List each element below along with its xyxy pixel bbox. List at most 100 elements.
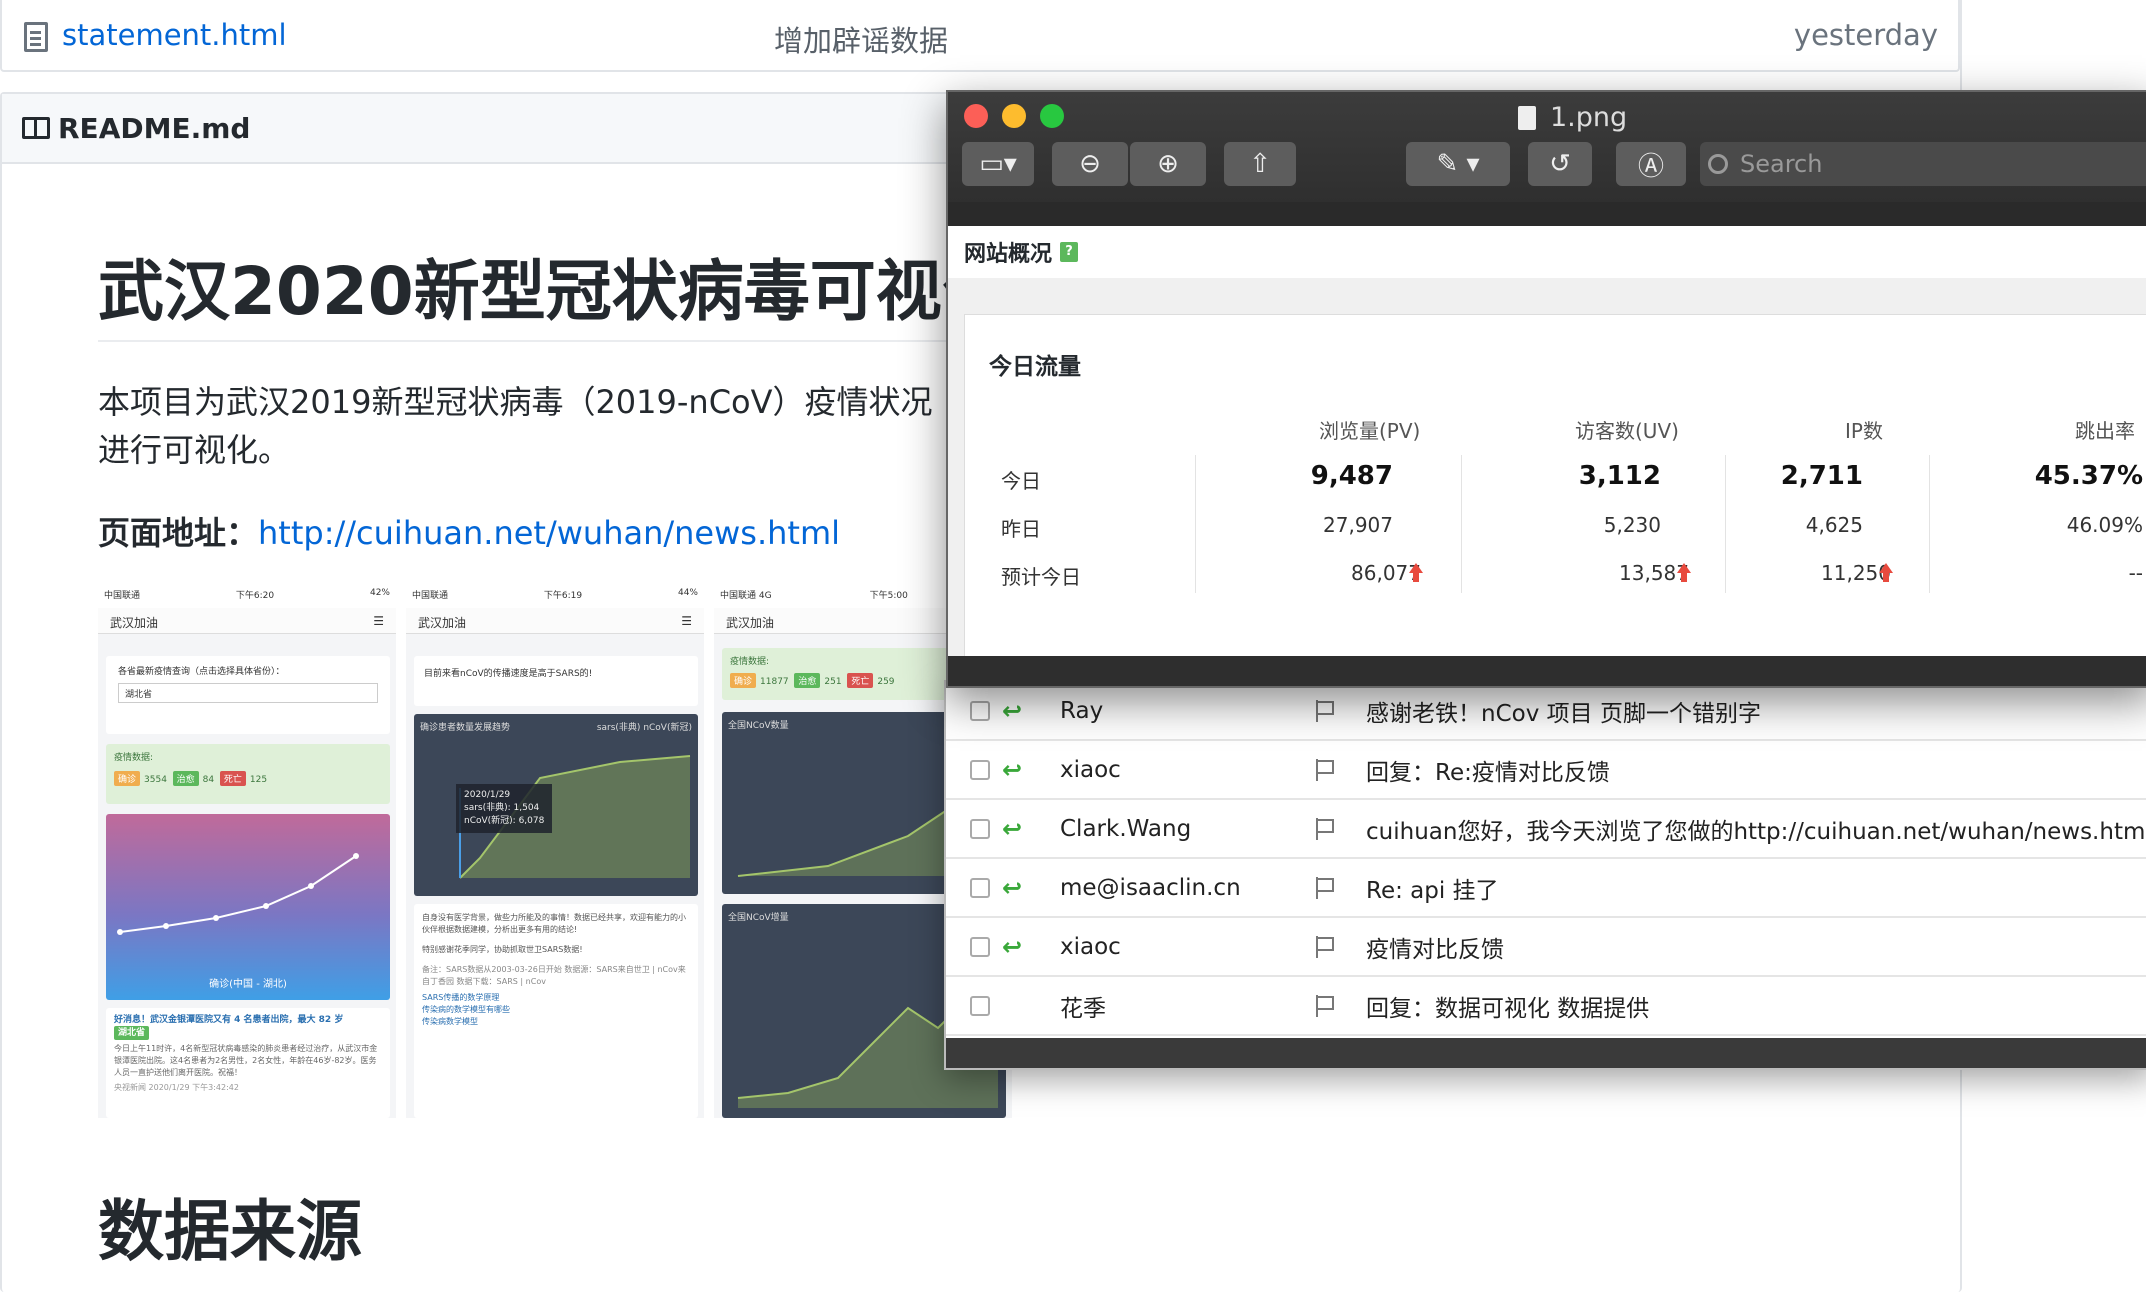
zoom-out-button[interactable]: ⊖: [1052, 142, 1128, 186]
today-uv: 3,112: [1578, 461, 1661, 491]
col-divider: [1461, 455, 1462, 593]
sidebar-toggle-button[interactable]: ▭▾: [962, 142, 1034, 186]
stat-value: 125: [249, 775, 268, 785]
share-icon: ⇧: [1249, 149, 1271, 179]
rotate-button[interactable]: ↺: [1528, 142, 1592, 186]
replied-icon: ↩: [1002, 814, 1023, 843]
mail-checkbox[interactable]: [970, 936, 990, 957]
minimize-button[interactable]: [1002, 104, 1026, 128]
commit-age: yesterday: [1793, 18, 1938, 52]
legend-sars: sars(非典): [596, 723, 641, 733]
zoom-button[interactable]: [1040, 104, 1064, 128]
mail-window-footer: [946, 1038, 2146, 1068]
col-uv: 访客数(UV): [1575, 419, 1679, 443]
zoom-out-icon: ⊖: [1079, 149, 1101, 179]
mail-checkbox[interactable]: [970, 759, 990, 780]
mail-checkbox[interactable]: [970, 818, 990, 839]
replied-icon: ↩: [1002, 755, 1023, 784]
window-title-text: 1.png: [1550, 102, 1628, 133]
news-badge: 湖北省: [114, 1026, 150, 1040]
stat-value: 251: [824, 677, 842, 687]
row-label-forecast: 预计今日: [1001, 565, 1081, 589]
stat-label: 确诊: [114, 771, 141, 786]
close-button[interactable]: [964, 104, 988, 128]
mail-subject: 回复：Re:疫情对比反馈: [1366, 759, 1610, 786]
preview-footer: [948, 656, 2146, 686]
mail-sender: 花季: [1060, 995, 1106, 1022]
yesterday-pv: 27,907: [1323, 513, 1393, 537]
stat-label: 治愈: [172, 771, 199, 786]
province-select[interactable]: 湖北省: [118, 683, 378, 703]
zoom-in-icon: ⊕: [1157, 149, 1179, 179]
link-item[interactable]: 传染病的数学模型有哪些: [422, 1004, 690, 1016]
link-item[interactable]: 传染病数学模型: [422, 1016, 690, 1028]
help-icon: ?: [1060, 242, 1079, 262]
flag-icon[interactable]: [1316, 758, 1334, 781]
news-body: 今日上午11时许，4名新型冠状病毒感染的肺炎患者经过治疗，从武汉市金银潭医院出院…: [114, 1044, 378, 1077]
note-text: 自身没有医学背景，做些力所能及的事情！数据已经共享，欢迎有能力的小伙伴根据数据建…: [422, 913, 686, 934]
mail-sender: me@isaaclin.cn: [1060, 874, 1241, 901]
col-bounce: 跳出率: [2075, 419, 2135, 443]
readme-intro: 本项目为武汉2019新型冠状病毒（2019-nCoV）疫情状况进行可视化。: [98, 383, 933, 469]
mail-row[interactable]: 花季 回复：数据可视化 数据提供: [946, 977, 2146, 1036]
file-link[interactable]: statement.html: [62, 18, 287, 52]
mail-list-window: ↩ Ray 感谢老铁！nCov 项目 页脚一个错别字 ↩ xiaoc 回复：Re:疫情对…: [944, 680, 2146, 1070]
page-address: 页面地址：http://cuihuan.net/wuhan/news.html: [98, 508, 840, 554]
flag-icon[interactable]: [1316, 935, 1334, 958]
mail-sender: xiaoc: [1060, 933, 1121, 960]
news-title[interactable]: 好消息！武汉金银潭医院又有 4 名患者出院，最大 82 岁 湖北省: [114, 1014, 382, 1040]
search-icon: [1708, 154, 1728, 174]
page-address-link[interactable]: http://cuihuan.net/wuhan/news.html: [258, 514, 840, 552]
mail-row[interactable]: ↩ xiaoc 回复：Re:疫情对比反馈: [946, 741, 2146, 800]
today-ip: 2,711: [1780, 461, 1863, 491]
mail-subject: Re: api 挂了: [1366, 877, 1499, 904]
commit-message[interactable]: 增加辟谣数据: [774, 18, 948, 60]
col-divider: [1725, 455, 1726, 593]
phone-nav: 武汉加油 ☰: [406, 608, 704, 634]
yesterday-uv: 5,230: [1603, 513, 1661, 537]
up-arrow-icon: [1677, 563, 1691, 583]
yesterday-ip: 4,625: [1805, 513, 1863, 537]
notes-card: 自身没有医学背景，做些力所能及的事情！数据已经共享，欢迎有能力的小伙伴根据数据建…: [414, 904, 698, 1118]
flag-icon[interactable]: [1316, 817, 1334, 840]
trend-line: [117, 853, 359, 935]
markup-pen-button[interactable]: ✎ ▾: [1406, 142, 1510, 186]
mail-row[interactable]: ↩ Ray 感谢老铁！nCov 项目 页脚一个错别字: [946, 682, 2146, 741]
mail-checkbox[interactable]: [970, 877, 990, 898]
mail-sender: Ray: [1060, 697, 1104, 724]
chart-caption: 确诊(中国 - 湖北): [209, 979, 287, 990]
row-label-today: 今日: [1001, 469, 1041, 493]
panel-title: 今日流量: [989, 354, 1081, 380]
site-overview-title: 网站概况: [964, 242, 1053, 267]
flag-icon[interactable]: [1316, 699, 1334, 722]
sidebar-icon: ▭▾: [979, 149, 1017, 179]
share-button[interactable]: ⇧: [1224, 142, 1296, 186]
zoom-in-button[interactable]: ⊕: [1130, 142, 1206, 186]
mail-row[interactable]: ↩ xiaoc 疫情对比反馈: [946, 918, 2146, 977]
flag-icon[interactable]: [1316, 994, 1334, 1017]
tooltip-date: 2020/1/29: [464, 790, 511, 800]
flag-icon[interactable]: [1316, 876, 1334, 899]
mail-checkbox[interactable]: [970, 995, 990, 1016]
legend-ncov: nCoV(新冠): [643, 723, 692, 733]
replied-icon: ↩: [1002, 873, 1023, 902]
chart-tooltip: 2020/1/29 sars(非典): 1,504 nCoV(新冠): 6,07…: [456, 784, 553, 833]
stat-value: 11877: [760, 677, 789, 687]
link-item[interactable]: SARS传播的数学原理: [422, 992, 690, 1004]
mail-row[interactable]: ↩ Clark.Wang cuihuan您好，我今天浏览了您做的http://cui…: [946, 800, 2146, 859]
trend-chart: 确诊(中国 - 湖北): [106, 814, 390, 1000]
mail-subject: 回复：数据可视化 数据提供: [1366, 995, 1650, 1022]
markup-toolbar-button[interactable]: Ⓐ: [1616, 142, 1686, 186]
mail-sender: xiaoc: [1060, 756, 1121, 783]
search-placeholder: Search: [1740, 150, 1823, 178]
carrier: 中国联通 4G: [720, 591, 772, 601]
search-field[interactable]: Search: [1700, 142, 2146, 186]
nav-title: 武汉加油: [110, 616, 159, 630]
mail-row[interactable]: ↩ me@isaaclin.cn Re: api 挂了: [946, 859, 2146, 918]
stat-label: 死亡: [847, 673, 874, 688]
tooltip-sars: sars(非典): 1,504: [464, 803, 540, 813]
stat-value: 3554: [144, 775, 167, 785]
phone-screenshot-1: 中国联通 下午6:20 42% 武汉加油 ☰ 各省最新疫情查询（点击选择具体省份）： …: [98, 582, 396, 1118]
mail-checkbox[interactable]: [970, 700, 990, 721]
nav-title: 武汉加油: [726, 616, 775, 630]
